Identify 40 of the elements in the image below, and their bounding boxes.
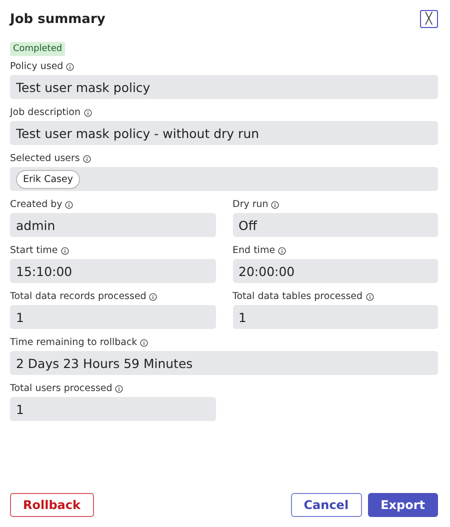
- value-field: Test user mask policy - without dry run: [10, 121, 438, 145]
- value-field: 20:00:00: [232, 259, 438, 283]
- value-field: admin: [10, 213, 216, 237]
- info-icon: [366, 292, 374, 300]
- field-label: End time: [232, 245, 276, 256]
- user-chip: Erik Casey: [16, 170, 80, 188]
- status-badge: Completed: [10, 42, 66, 56]
- info-icon: [140, 338, 148, 346]
- field-label: Job description: [10, 107, 80, 118]
- dialog-title: Job summary: [10, 12, 106, 26]
- field-label: Selected users: [10, 153, 80, 164]
- value-field: Off: [232, 213, 438, 237]
- close-button[interactable]: ╳: [420, 10, 438, 28]
- field-label: Policy used: [10, 61, 64, 72]
- value-field: Test user mask policy: [10, 75, 438, 99]
- info-icon: [84, 108, 92, 116]
- export-button[interactable]: Export: [368, 493, 438, 517]
- value-field: 1: [10, 305, 216, 329]
- info-icon: [115, 384, 124, 392]
- value-field: 15:10:00: [10, 259, 216, 283]
- field-label: Total data records processed: [10, 291, 146, 302]
- info-icon: [82, 154, 91, 162]
- rollback-button[interactable]: Rollback: [10, 493, 94, 517]
- cancel-button[interactable]: Cancel: [290, 493, 362, 517]
- info-icon: [271, 200, 280, 208]
- field-label: Dry run: [232, 199, 268, 210]
- info-icon: [149, 292, 158, 300]
- field-label: Total data tables processed: [232, 291, 363, 302]
- info-icon: [60, 246, 69, 254]
- info-icon: [65, 200, 74, 208]
- info-icon: [66, 62, 74, 70]
- field-label: Total users processed: [10, 383, 112, 394]
- value-field: 1: [232, 305, 438, 329]
- field-label: Created by: [10, 199, 62, 210]
- value-field: 2 Days 23 Hours 59 Minutes: [10, 351, 438, 375]
- value-field: 1: [10, 397, 216, 421]
- field-label: Time remaining to rollback: [10, 337, 138, 348]
- info-icon: [278, 246, 286, 254]
- users-field[interactable]: Erik Casey: [10, 167, 438, 191]
- field-label: Start time: [10, 245, 58, 256]
